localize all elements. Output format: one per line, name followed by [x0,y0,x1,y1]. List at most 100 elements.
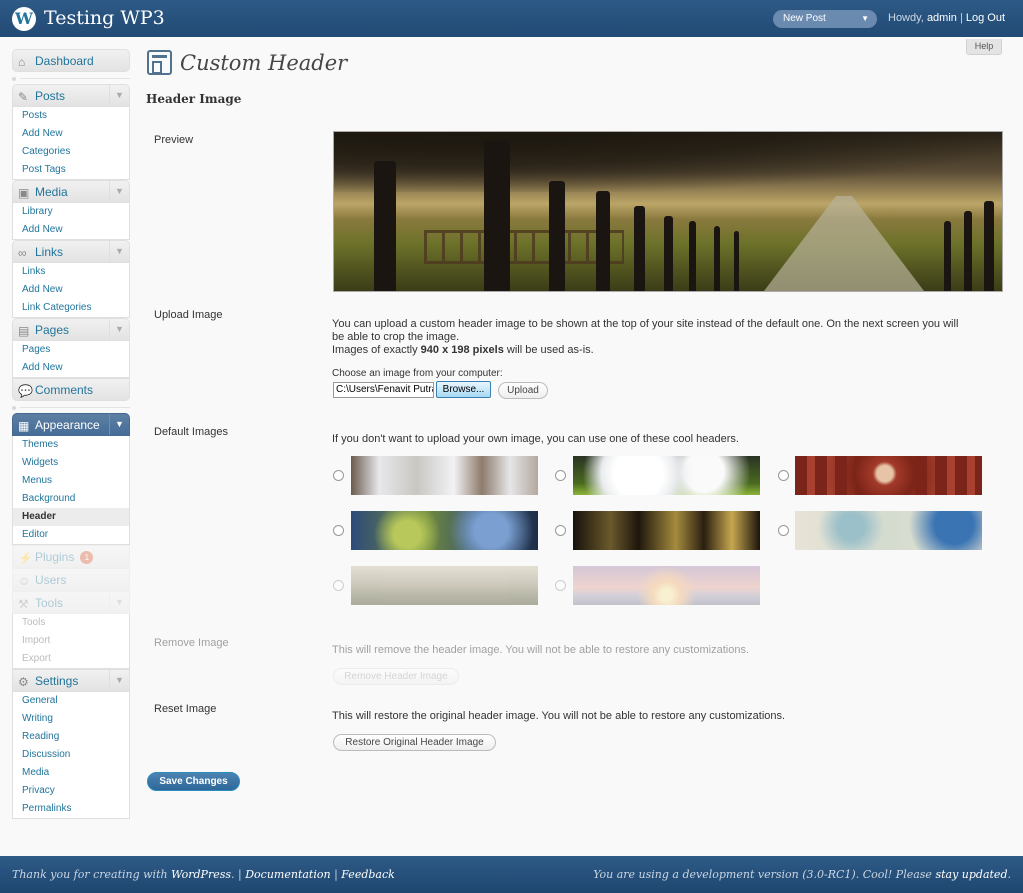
site-title[interactable]: Testing WP3 [44,7,165,29]
update-count-badge: 1 [80,551,94,564]
footer-version: You are using a development version (3.0… [593,868,1011,881]
menu-toggle-icon[interactable]: ▼ [109,241,129,262]
stay-updated-link[interactable]: stay updated [935,868,1007,881]
remove-header-image-button[interactable]: Remove Header Image [333,668,459,685]
file-path-field[interactable]: C:\Users\Fenavit Putra [333,382,434,398]
menu-toggle-icon[interactable]: ▼ [109,181,129,202]
upload-button[interactable]: Upload [498,382,548,399]
submenu-item[interactable]: General [13,692,129,710]
submenu-item[interactable]: Library [13,203,129,221]
header-thumb-path[interactable] [351,511,538,550]
submenu-pages: Pages Add New [12,341,130,378]
header-radio-sunset[interactable] [778,525,789,536]
documentation-link[interactable]: Documentation [245,868,330,881]
header-radio-hanoi[interactable] [555,580,566,591]
footer-thanks: Thank you for creating with WordPress. |… [12,868,395,881]
header-radio-path[interactable] [333,525,344,536]
preview-path [764,196,924,291]
submenu-item[interactable]: Discussion [13,746,129,764]
submenu-item[interactable]: Posts [13,107,129,125]
submenu-item[interactable]: Link Categories [13,299,129,317]
restore-original-header-button[interactable]: Restore Original Header Image [333,734,496,751]
menu-comments[interactable]: 💬 Comments [12,378,130,401]
wordpress-logo-icon[interactable]: W [12,7,36,31]
menu-plugins[interactable]: ⚡ Plugins 1 [12,545,130,568]
header-thumb-forestfloor[interactable] [573,511,760,550]
tree-trunk [549,181,565,291]
menu-tools[interactable]: ⚒ Tools ▼ [12,591,130,614]
submenu-item[interactable]: Import [13,632,129,650]
footer: Thank you for creating with WordPress. |… [0,856,1023,893]
header-radio-forestfloor[interactable] [555,525,566,536]
header-radio-cherryblossom[interactable] [555,470,566,481]
submenu-item[interactable]: Export [13,650,129,668]
submenu-item[interactable]: Background [13,490,129,508]
menu-appearance[interactable]: ▦ Appearance ▼ [12,413,130,436]
submenu-item[interactable]: Permalinks [13,800,129,818]
menu-toggle-icon[interactable]: ▼ [109,592,129,613]
submenu-item-current[interactable]: Header [13,508,129,526]
menu-media[interactable]: ▣ Media ▼ [12,180,130,203]
submenu-posts: Posts Add New Categories Post Tags [12,107,130,180]
submenu-item[interactable]: Tools [13,614,129,632]
menu-posts[interactable]: ✎ Posts ▼ [12,84,130,107]
submenu-item[interactable]: Pages [13,341,129,359]
header-thumb-hanoi[interactable] [573,566,760,605]
upload-desc-line1: You can upload a custom header image to … [332,318,959,330]
favorite-actions-dropdown[interactable]: New Post ▼ [773,10,877,28]
pin-icon: ✎ [18,90,29,104]
submenu-item[interactable]: Privacy [13,782,129,800]
menu-label: Dashboard [35,54,94,68]
submenu-item[interactable]: Add New [13,221,129,239]
submenu-item[interactable]: Post Tags [13,161,129,179]
reset-image-label: Reset Image [154,703,217,715]
submenu-item[interactable]: Themes [13,436,129,454]
submenu-item[interactable]: Menus [13,472,129,490]
header-thumb-berries[interactable] [351,456,538,495]
media-icon: ▣ [18,186,30,200]
header-thumb-inkwell[interactable] [795,456,982,495]
favorite-action-label: New Post [783,13,826,24]
submenu-item[interactable]: Categories [13,143,129,161]
header-thumb-fern[interactable] [351,566,538,605]
preview-fence [424,230,624,264]
save-changes-button[interactable]: Save Changes [147,772,240,791]
user-greeting: Howdy, admin | Log Out [888,12,1005,24]
submenu-item[interactable]: Writing [13,710,129,728]
header-thumb-cherryblossom[interactable] [573,456,760,495]
menu-settings[interactable]: ⚙ Settings ▼ [12,669,130,692]
menu-toggle-icon[interactable]: ▼ [109,414,129,435]
username-link[interactable]: admin [927,12,957,24]
submenu-item[interactable]: Links [13,263,129,281]
header-thumb-sunset[interactable] [795,511,982,550]
submenu-item[interactable]: Add New [13,359,129,377]
menu-users[interactable]: ☺ Users [12,568,130,591]
howdy-text: Howdy, [888,12,924,24]
browse-button[interactable]: Browse... [436,381,491,398]
submenu-item[interactable]: Add New [13,125,129,143]
help-tab[interactable]: Help [966,39,1002,55]
section-title: Header Image [146,92,242,106]
menu-toggle-icon[interactable]: ▼ [109,319,129,340]
home-icon: ⌂ [18,55,26,69]
submenu-item[interactable]: Editor [13,526,129,544]
menu-label: Plugins [35,550,75,564]
menu-links[interactable]: ∞ Links ▼ [12,240,130,263]
logout-link[interactable]: Log Out [966,12,1005,24]
chevron-down-icon[interactable]: ▼ [861,10,869,28]
menu-toggle-icon[interactable]: ▼ [109,85,129,106]
submenu-item[interactable]: Media [13,764,129,782]
menu-pages[interactable]: ▤ Pages ▼ [12,318,130,341]
submenu-item[interactable]: Reading [13,728,129,746]
header-radio-fern[interactable] [333,580,344,591]
menu-toggle-icon[interactable]: ▼ [109,670,129,691]
submenu-item[interactable]: Add New [13,281,129,299]
feedback-link[interactable]: Feedback [341,868,395,881]
header-radio-inkwell[interactable] [778,470,789,481]
header-radio-berries[interactable] [333,470,344,481]
menu-dashboard[interactable]: ⌂ Dashboard [12,49,130,72]
submenu-item[interactable]: Widgets [13,454,129,472]
menu-label: Pages [35,323,70,337]
wordpress-link[interactable]: WordPress [171,868,231,881]
menu-label: Users [35,573,67,587]
